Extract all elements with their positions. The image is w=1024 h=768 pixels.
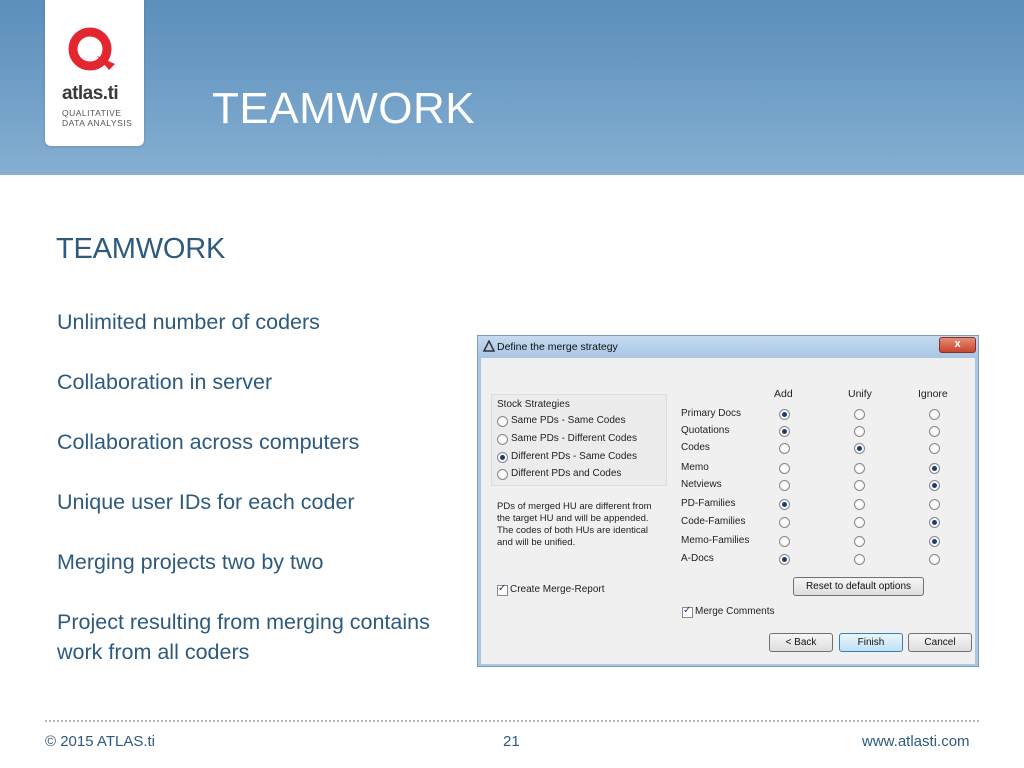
radio-ignore[interactable]	[929, 536, 940, 547]
merge-row-label: Code-Families	[681, 516, 746, 527]
radio-ignore[interactable]	[929, 554, 940, 565]
column-header-ignore: Ignore	[918, 388, 948, 400]
radio-ignore[interactable]	[929, 499, 940, 510]
radio-ignore[interactable]	[929, 426, 940, 437]
bullet-item: Collaboration across computers	[57, 430, 360, 454]
bullet-item: Unique user IDs for each coder	[57, 490, 355, 514]
footer-divider	[45, 720, 979, 722]
radio-ignore[interactable]	[929, 409, 940, 420]
merge-row-label: Codes	[681, 442, 710, 453]
radio-add[interactable]	[779, 409, 790, 420]
bullet-item: Unlimited number of coders	[57, 310, 320, 334]
radio-add[interactable]	[779, 426, 790, 437]
stock-strategies-group: Stock Strategies Same PDs - Same Codes S…	[491, 394, 667, 486]
group-title: Stock Strategies	[497, 399, 570, 410]
radio-ignore[interactable]	[929, 480, 940, 491]
column-header-add: Add	[774, 388, 793, 400]
bullet-item: Project resulting from merging contains …	[57, 610, 430, 664]
checkbox[interactable]	[682, 605, 693, 618]
radio-button[interactable]	[497, 469, 508, 480]
section-title: TEAMWORK	[56, 233, 226, 265]
radio-unify[interactable]	[854, 443, 865, 454]
atlas-logo-icon	[68, 27, 115, 71]
column-header-unify: Unify	[848, 388, 872, 400]
checkbox[interactable]	[497, 583, 508, 596]
radio-add[interactable]	[779, 499, 790, 510]
atlas-app-icon	[483, 340, 495, 352]
radio-unify[interactable]	[854, 536, 865, 547]
cancel-button[interactable]: Cancel	[908, 633, 972, 652]
merge-row-label: PD-Families	[681, 498, 736, 509]
page-number: 21	[503, 733, 520, 750]
radio-unify[interactable]	[854, 499, 865, 510]
radio-unify[interactable]	[854, 426, 865, 437]
footer-copyright: © 2015 ATLAS.ti	[45, 733, 156, 750]
logo-tagline: QUALITATIVE DATA ANALYSIS	[62, 108, 133, 128]
bullet-item: Merging projects two by two	[57, 550, 324, 574]
merge-row-label: Netviews	[681, 479, 722, 490]
radio-ignore[interactable]	[929, 443, 940, 454]
reset-default-button[interactable]: Reset to default options	[793, 577, 924, 596]
logo-card: atlas.ti QUALITATIVE DATA ANALYSIS	[45, 0, 144, 146]
merge-row-label: Primary Docs	[681, 408, 742, 419]
radio-add[interactable]	[779, 554, 790, 565]
radio-add[interactable]	[779, 517, 790, 528]
strategy-description: PDs of merged HU are different from the …	[497, 501, 652, 548]
radio-button[interactable]	[497, 452, 508, 463]
logo-wordmark: atlas.ti	[62, 83, 119, 104]
close-button[interactable]: x	[939, 337, 976, 353]
radio-unify[interactable]	[854, 517, 865, 528]
dialog-body: Stock Strategies Same PDs - Same Codes S…	[481, 358, 975, 664]
dialog-title: Define the merge strategy	[497, 341, 618, 353]
radio-add[interactable]	[779, 463, 790, 474]
radio-ignore[interactable]	[929, 463, 940, 474]
radio-add[interactable]	[779, 443, 790, 454]
footer-url[interactable]: www.atlasti.com	[862, 733, 970, 750]
merge-row-label: A-Docs	[681, 553, 714, 564]
radio-button[interactable]	[497, 434, 508, 445]
header-title: TEAMWORK	[212, 84, 476, 133]
header-banner: atlas.ti QUALITATIVE DATA ANALYSIS TEAMW…	[0, 0, 1024, 175]
radio-unify[interactable]	[854, 463, 865, 474]
radio-unify[interactable]	[854, 409, 865, 420]
merge-row-label: Memo	[681, 462, 709, 473]
radio-button[interactable]	[497, 416, 508, 427]
radio-ignore[interactable]	[929, 517, 940, 528]
merge-row-label: Memo-Families	[681, 535, 750, 546]
radio-add[interactable]	[779, 480, 790, 491]
radio-add[interactable]	[779, 536, 790, 547]
back-button[interactable]: < Back	[769, 633, 833, 652]
finish-button[interactable]: Finish	[839, 633, 903, 652]
dialog-titlebar: Define the merge strategy x	[478, 336, 978, 358]
radio-unify[interactable]	[854, 554, 865, 565]
merge-strategy-dialog: Define the merge strategy x Stock Strate…	[477, 335, 979, 667]
bullet-item: Collaboration in server	[57, 370, 273, 394]
merge-row-label: Quotations	[681, 425, 730, 436]
radio-unify[interactable]	[854, 480, 865, 491]
